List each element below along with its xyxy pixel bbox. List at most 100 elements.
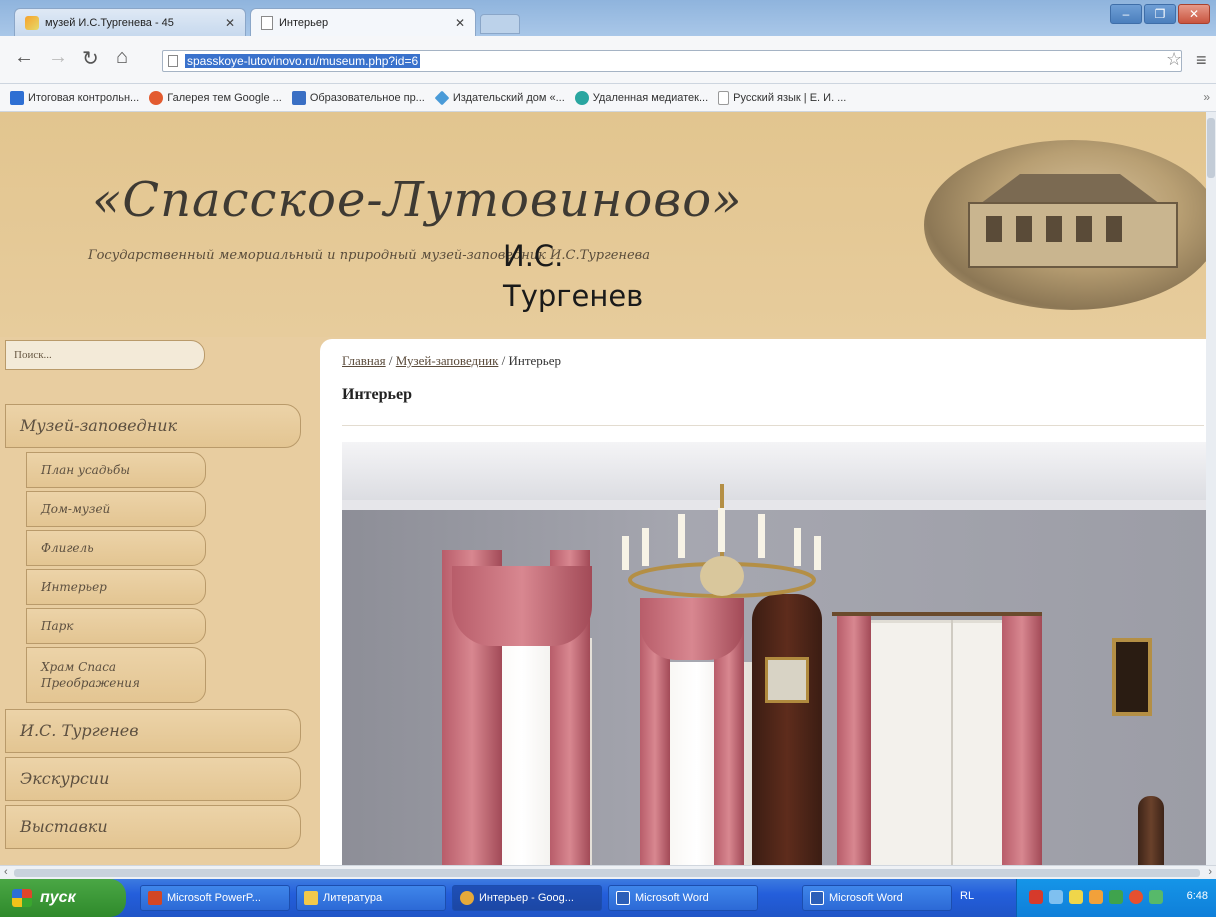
close-window-button[interactable]: ✕ <box>1178 4 1210 24</box>
nav-interior[interactable]: Интерьер <box>26 569 206 605</box>
bookmark-item[interactable]: Русский язык | Е. И. ... <box>718 90 846 105</box>
horizontal-scrollbar[interactable]: ‹ › <box>0 865 1216 879</box>
content-panel: Главная / Музей-заповедник / Интерьер Ин… <box>320 339 1206 865</box>
nav-exhibitions[interactable]: Выставки <box>5 805 301 849</box>
tray-shield-icon[interactable] <box>1089 890 1103 904</box>
forward-arrow-icon[interactable]: → <box>48 46 68 69</box>
windows-taskbar: пуск Microsoft PowerP... Литература Инте… <box>0 879 1216 917</box>
bookmark-item[interactable]: Удаленная медиатек... <box>574 90 709 105</box>
start-label: пуск <box>40 889 76 906</box>
page-favicon-icon <box>261 15 273 30</box>
horizontal-scroll-thumb[interactable] <box>14 869 1200 877</box>
task-label: Интерьер - Goog... <box>479 892 574 904</box>
people-icon <box>291 90 306 105</box>
house-window <box>1076 216 1092 242</box>
new-tab-button[interactable] <box>480 14 520 34</box>
nav-turgenev[interactable]: И.С. Тургенев <box>5 709 301 753</box>
nav-house-museum[interactable]: Дом-музей <box>26 491 206 527</box>
nav-estate-plan[interactable]: План усадьбы <box>26 452 206 488</box>
task-label: Литература <box>323 892 383 904</box>
task-label: Microsoft Word <box>829 892 903 904</box>
bookmark-item[interactable]: Итоговая контрольн... <box>10 90 140 105</box>
photo-door-split <box>951 620 953 865</box>
browser-titlebar: музей И.С.Тургенева - 45 ✕ Интерьер ✕ – … <box>0 0 1216 36</box>
tab-close-icon[interactable]: ✕ <box>225 16 235 30</box>
tray-utility-icon[interactable] <box>1149 890 1163 904</box>
chrome-store-icon <box>149 90 164 105</box>
breadcrumb-separator: / <box>385 353 396 368</box>
tray-network-icon[interactable] <box>1049 890 1063 904</box>
scroll-left-icon[interactable]: ‹ <box>4 866 8 878</box>
taskbar-powerpoint[interactable]: Microsoft PowerP... <box>140 885 290 911</box>
system-tray: 6:48 <box>1016 879 1216 917</box>
address-text: spasskoye-lutovinovo.ru/museum.php?id=6 <box>185 54 421 68</box>
site-title: «Спасское-Лутовиново» <box>92 172 743 228</box>
photo-portrait-frame <box>1112 638 1152 716</box>
nav-excursions[interactable]: Экскурсии <box>5 757 301 801</box>
powerpoint-icon <box>148 891 162 905</box>
tab-title: Интерьер <box>279 16 329 29</box>
overlay-line: И.С. <box>503 239 564 273</box>
taskbar-word[interactable]: Microsoft Word <box>608 885 758 911</box>
minimize-button[interactable]: – <box>1110 4 1142 24</box>
overlay-caption: И.С. Тургенев <box>503 236 643 316</box>
reload-icon[interactable]: ↻ <box>82 46 99 71</box>
taskbar-chrome[interactable]: Интерьер - Goog... <box>452 885 602 911</box>
diamond-icon <box>434 90 450 105</box>
nav-wing[interactable]: Флигель <box>26 530 206 566</box>
bookmark-item[interactable]: Галерея тем Google ... <box>149 90 282 105</box>
bookmark-label: Галерея тем Google ... <box>167 91 282 104</box>
tab-interior[interactable]: Интерьер ✕ <box>250 8 476 36</box>
photo-valance <box>452 566 592 646</box>
vertical-scrollbar[interactable] <box>1206 112 1216 865</box>
tab-title: музей И.С.Тургенева - 45 <box>45 16 174 29</box>
bookmark-label: Итоговая контрольн... <box>28 91 140 104</box>
photo-clock-face <box>765 657 809 703</box>
nav-park[interactable]: Парк <box>26 608 206 644</box>
breadcrumb-section-link[interactable]: Музей-заповедник <box>396 353 499 368</box>
search-input[interactable]: Поиск... <box>5 340 205 370</box>
bookmark-label: Образовательное пр... <box>309 91 425 104</box>
taskbar-word[interactable]: Microsoft Word <box>802 885 952 911</box>
language-indicator[interactable]: RL <box>960 890 974 902</box>
maximize-button[interactable]: ❐ <box>1144 4 1176 24</box>
nav-church[interactable]: Храм Спаса Преображения <box>26 647 206 703</box>
start-button[interactable]: пуск <box>0 879 126 917</box>
photo-curtain <box>1002 616 1042 865</box>
nav-museum-reserve[interactable]: Музей-заповедник <box>5 404 301 448</box>
vertical-scroll-thumb[interactable] <box>1207 118 1215 178</box>
clock[interactable]: 6:48 <box>1187 890 1208 902</box>
breadcrumb: Главная / Музей-заповедник / Интерьер <box>342 353 561 369</box>
bookmarks-bar: Итоговая контрольн... Галерея тем Google… <box>0 84 1216 112</box>
bookmark-item[interactable]: Издательский дом «... <box>434 90 565 105</box>
bookmark-label: Удаленная медиатек... <box>592 91 709 104</box>
cloud-icon <box>574 90 589 105</box>
tray-volume-icon[interactable] <box>1069 890 1083 904</box>
house-window <box>1106 216 1122 242</box>
tab-museum[interactable]: музей И.С.Тургенева - 45 ✕ <box>14 8 246 36</box>
breadcrumb-home-link[interactable]: Главная <box>342 353 386 368</box>
back-arrow-icon[interactable]: ← <box>14 46 34 69</box>
bookmark-item[interactable]: Образовательное пр... <box>291 90 425 105</box>
taskbar-literature-folder[interactable]: Литература <box>296 885 446 911</box>
photo-vase <box>1138 796 1164 865</box>
bookmark-star-icon[interactable]: ☆ <box>1166 49 1182 70</box>
scroll-right-icon[interactable]: › <box>1208 866 1212 878</box>
task-label: Microsoft PowerP... <box>167 892 261 904</box>
home-icon[interactable]: ⌂ <box>116 46 128 69</box>
tray-chrome-icon[interactable] <box>1129 890 1143 904</box>
tab-close-icon[interactable]: ✕ <box>455 16 465 30</box>
house-window <box>986 216 1002 242</box>
app-icon <box>10 90 24 105</box>
address-bar[interactable]: spasskoye-lutovinovo.ru/museum.php?id=6 <box>162 50 1182 72</box>
page-icon <box>718 90 730 105</box>
bookmarks-overflow-icon[interactable]: » <box>1203 90 1210 104</box>
menu-icon[interactable]: ≡ <box>1196 50 1207 71</box>
page-title: Интерьер <box>342 386 412 403</box>
tray-app-icon[interactable] <box>1029 890 1043 904</box>
folder-icon <box>304 891 318 905</box>
tray-update-icon[interactable] <box>1109 890 1123 904</box>
breadcrumb-separator: / <box>498 353 509 368</box>
photo-grandfather-clock <box>752 594 822 865</box>
interior-photo <box>342 442 1206 865</box>
